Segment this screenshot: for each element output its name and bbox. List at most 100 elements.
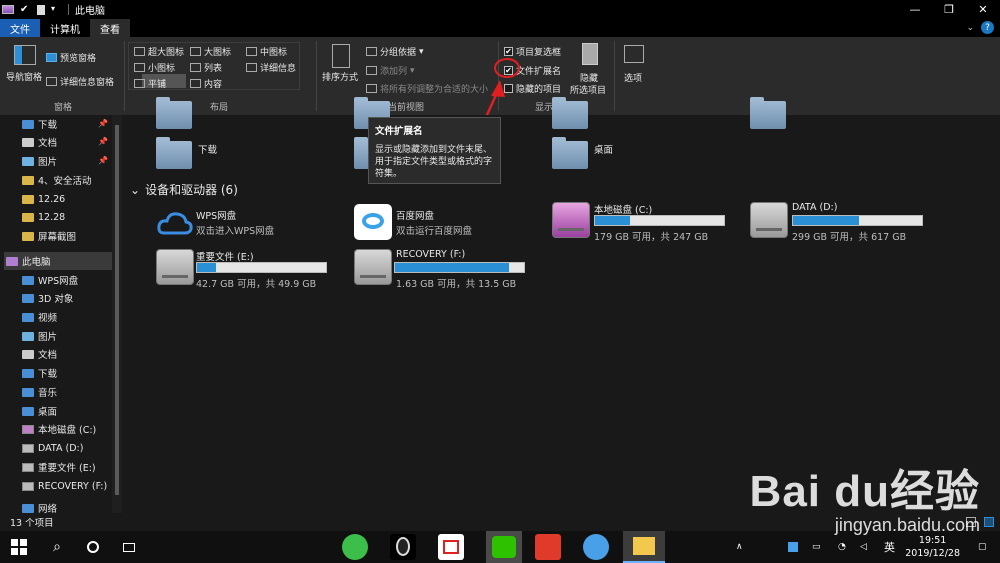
device-name[interactable]: WPS网盘 (196, 208, 236, 222)
folder-icon[interactable] (552, 97, 588, 129)
nav-item-pictures-qa[interactable]: 图片 (22, 152, 57, 170)
watermark-brand: Bai du经验 (749, 467, 980, 516)
pin-icon: 📌 (98, 156, 108, 165)
device-subtitle: 299 GB 可用，共 617 GB (792, 232, 907, 243)
device-subtitle: 双击进入WPS网盘 (196, 226, 275, 237)
device-name[interactable]: DATA (D:) (792, 202, 837, 213)
chevron-down-icon: ⌄ (130, 182, 141, 197)
nav-item-label: 4、安全活动 (38, 176, 92, 187)
desktop-folder-icon[interactable] (552, 137, 588, 169)
nav-item-label: 12.26 (38, 193, 66, 205)
nav-item-drive-f[interactable]: RECOVERY (F:) (22, 477, 107, 495)
folder-label-desktop[interactable]: 桌面 (594, 142, 613, 156)
nav-item-this-pc[interactable]: 此电脑 (4, 252, 120, 270)
folder-icon[interactable] (156, 97, 192, 129)
large-icons-view-icon[interactable] (984, 517, 994, 527)
device-name[interactable]: 百度网盘 (396, 208, 434, 222)
nav-item-desktop[interactable]: 桌面 (22, 402, 57, 420)
documents-icon (22, 349, 34, 359)
system-clock[interactable]: 19:51 2019/12/28 (905, 534, 960, 560)
nav-item-drive-e[interactable]: 重要文件 (E:) (22, 458, 96, 476)
downloads-folder-icon[interactable] (156, 137, 192, 169)
drive-e-usage-bar (196, 262, 327, 273)
device-subtitle: 双击运行百度网盘 (396, 226, 473, 237)
nav-item-label: 3D 对象 (38, 294, 74, 305)
device-name[interactable]: 重要文件 (E:) (196, 249, 254, 263)
cortana-icon[interactable] (76, 531, 110, 563)
nav-item-label: 桌面 (38, 407, 58, 418)
pictures-icon (22, 331, 34, 341)
device-name[interactable]: RECOVERY (F:) (396, 249, 465, 260)
folder-icon (22, 194, 34, 204)
content-area: 下载 桌面 ⌄ 设备和驱动器 (6) WPS网盘 双击进入WPS网盘 百度网盘 双… (122, 97, 1000, 513)
baidu-netdisk-icon[interactable] (354, 204, 392, 240)
nav-item-drive-d[interactable]: DATA (D:) (22, 439, 83, 457)
nav-item-label: 图片 (38, 157, 58, 168)
desktop-icon (22, 406, 34, 416)
pin-icon: 📌 (98, 119, 108, 128)
usage-fill (595, 216, 631, 225)
file-explorer-icon (633, 537, 655, 555)
wps-office-icon[interactable] (438, 534, 464, 560)
pictures-folder-icon (22, 156, 34, 166)
nav-item-3d[interactable]: 3D 对象 (22, 289, 73, 307)
nav-item-drive-c[interactable]: 本地磁盘 (C:) (22, 420, 96, 438)
nav-item-downloads[interactable]: 下载 (22, 364, 57, 382)
nav-item-folder[interactable]: 12.28 (22, 208, 65, 226)
nav-item-documents[interactable]: 文档 (22, 345, 57, 363)
qq-icon[interactable] (390, 534, 416, 560)
drive-f-icon[interactable] (354, 249, 392, 285)
nav-item-documents-qa[interactable]: 文档 (22, 133, 57, 151)
usage-fill (197, 263, 216, 272)
nav-item-label: 图片 (38, 332, 58, 343)
task-view-icon[interactable] (112, 531, 146, 563)
drive-icon (22, 481, 34, 491)
wechat-taskbar-button[interactable] (486, 531, 522, 563)
nav-item-label: 下载 (38, 120, 58, 131)
tooltip: 文件扩展名 显示或隐藏添加到文件末尾、用于指定文件类型或格式的字符集。 (368, 117, 501, 184)
nav-item-folder[interactable]: 12.26 (22, 190, 65, 208)
this-pc-icon (6, 256, 18, 266)
tray-overflow-icon[interactable]: ∧ (736, 531, 743, 563)
file-explorer-taskbar-button[interactable] (623, 531, 665, 563)
cloud-icon (22, 275, 34, 285)
nav-item-downloads-qa[interactable]: 下载 (22, 115, 57, 133)
nav-item-folder[interactable]: 屏幕截图 (22, 227, 76, 245)
usage-fill (395, 263, 509, 272)
videos-icon (22, 312, 34, 322)
documents-folder-icon (22, 137, 34, 147)
nav-item-wps[interactable]: WPS网盘 (22, 271, 78, 289)
power-app-icon[interactable] (535, 534, 561, 560)
nav-item-music[interactable]: 音乐 (22, 383, 57, 401)
download-folder-icon (22, 119, 34, 129)
start-button[interactable] (0, 531, 38, 563)
drive-d-icon[interactable] (750, 202, 788, 238)
drive-c-icon[interactable] (552, 202, 590, 238)
windows-logo-icon (11, 539, 27, 555)
tooltip-body: 显示或隐藏添加到文件末尾、用于指定文件类型或格式的字符集。 (375, 145, 493, 179)
device-subtitle: 179 GB 可用，共 247 GB (594, 232, 709, 243)
app-360-icon[interactable] (342, 534, 368, 560)
network-icon (22, 503, 34, 513)
devices-section-header[interactable]: ⌄ 设备和驱动器 (6) (130, 181, 238, 198)
device-subtitle: 42.7 GB 可用，共 49.9 GB (196, 279, 317, 290)
device-name[interactable]: 本地磁盘 (C:) (594, 202, 652, 216)
nav-item-videos[interactable]: 视频 (22, 308, 57, 326)
drive-e-icon[interactable] (156, 249, 194, 285)
scrollbar-thumb[interactable] (115, 125, 119, 495)
folder-label-downloads[interactable]: 下载 (198, 142, 217, 156)
folder-icon[interactable] (750, 97, 786, 129)
nav-item-pictures[interactable]: 图片 (22, 327, 57, 345)
clock-date: 2019/12/28 (905, 548, 960, 559)
section-title: 设备和驱动器 (6) (145, 183, 238, 197)
nav-item-folder[interactable]: 4、安全活动 (22, 171, 92, 189)
navigation-pane: 下载 📌 文档 📌 图片 📌 4、安全活动 12.26 12.28 屏幕截图 此… (0, 115, 122, 514)
drive-c-usage-bar (594, 215, 725, 226)
nav-scrollbar[interactable] (112, 115, 122, 513)
nav-item-label: 文档 (38, 138, 58, 149)
qq-browser-icon[interactable] (583, 534, 609, 560)
search-icon[interactable]: ⌕ (40, 531, 74, 563)
tooltip-title: 文件扩展名 (375, 126, 423, 137)
wps-cloud-icon[interactable] (156, 205, 194, 241)
nav-item-label: RECOVERY (F:) (38, 480, 108, 492)
